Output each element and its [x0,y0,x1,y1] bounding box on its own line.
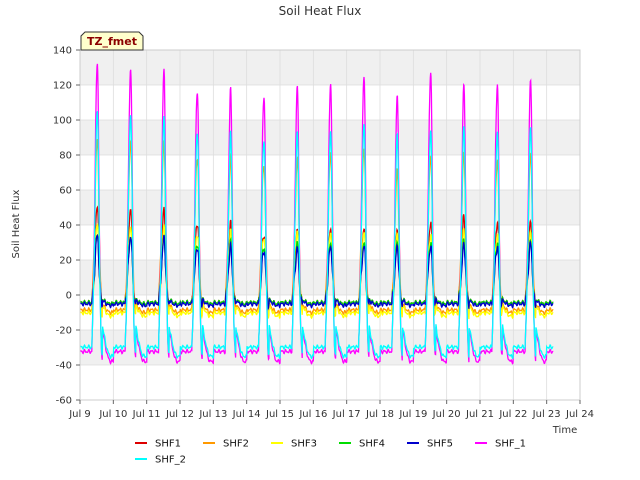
x-tick-label: Jul 17 [332,409,361,420]
soil-heat-flux-chart: Soil Heat Flux -60 -40 -20 0 20 40 60 80 100 120 1… [11,4,594,466]
x-tick-label: Jul 23 [532,409,561,420]
site-badge: TZ_fmet [80,31,144,51]
legend-item-shf2: SHF2 [203,439,249,450]
y-tick-label: -60 [56,396,72,407]
legend-item-shf-2: SHF_2 [135,455,186,466]
legend-label: SHF4 [359,439,385,450]
legend-label: SHF1 [155,439,181,450]
legend-item-shf-1: SHF_1 [475,439,526,450]
legend-label: SHF5 [427,439,453,450]
y-tick-label: -20 [56,326,72,337]
x-tick-label: Jul 11 [132,409,161,420]
x-tick-label: Jul 16 [298,409,327,420]
x-tick-label: Jul 9 [68,409,91,420]
legend-label: SHF3 [291,439,317,450]
legend-item-shf5: SHF5 [407,439,453,450]
y-tick-label: -40 [56,361,72,372]
plot-band [80,190,580,225]
y-tick-label: 140 [53,46,72,57]
x-tick-label: Jul 15 [265,409,294,420]
y-axis-label: Soil Heat Flux [11,189,22,258]
x-tick-label: Jul 12 [165,409,194,420]
plot-band [80,50,580,85]
x-tick-label: Jul 10 [98,409,127,420]
y-tick-label: 120 [53,81,72,92]
x-tick-label: Jul 19 [398,409,427,420]
x-tick-label: Jul 18 [365,409,394,420]
y-tick-label: 20 [59,256,72,267]
x-tick-label: Jul 22 [498,409,527,420]
x-tick-label: Jul 20 [432,409,461,420]
x-tick-label: Jul 24 [565,409,594,420]
x-axis-label: Time [552,425,577,436]
x-tick-label: Jul 13 [198,409,227,420]
y-tick-label: 60 [59,186,72,197]
y-tick-label: 80 [59,151,72,162]
legend-label: SHF_2 [155,455,186,466]
y-tick-label: 100 [53,116,72,127]
legend-item-shf4: SHF4 [339,439,385,450]
legend: SHF1 SHF2 SHF3 SHF4 SHF5 SHF_1 SHF_2 [135,439,526,466]
legend-item-shf1: SHF1 [135,439,181,450]
x-tick-label: Jul 14 [232,409,261,420]
x-tick-label: Jul 21 [465,409,494,420]
legend-label: SHF2 [223,439,249,450]
legend-label: SHF_1 [495,439,526,450]
chart-title: Soil Heat Flux [279,4,362,18]
badge-label: TZ_fmet [87,35,137,48]
y-tick-label: 0 [66,291,72,302]
legend-item-shf3: SHF3 [271,439,317,450]
y-tick-label: 40 [59,221,72,232]
plot-band [80,260,580,295]
